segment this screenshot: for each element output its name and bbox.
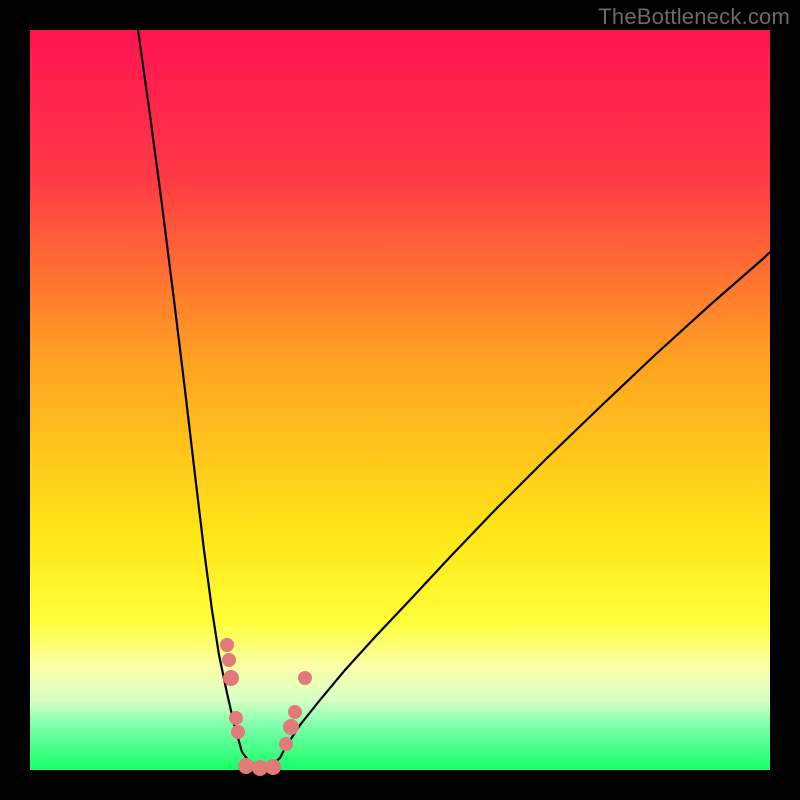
left-dot-3: [223, 670, 239, 686]
watermark-label: TheBottleneck.com: [598, 4, 790, 30]
right-dot-4: [298, 671, 312, 685]
valley-dot-3: [265, 759, 281, 775]
left-dot-4: [229, 711, 243, 725]
plot-area: [30, 30, 770, 770]
left-dot-5: [231, 725, 245, 739]
dot-group: [220, 638, 312, 776]
right-dot-1: [279, 737, 293, 751]
curve-svg: [30, 30, 770, 770]
curve-right-branch: [285, 252, 770, 748]
valley-dot-1: [238, 758, 254, 774]
left-dot-2: [222, 653, 236, 667]
left-dot-1: [220, 638, 234, 652]
right-dot-2: [283, 719, 299, 735]
outer-frame: TheBottleneck.com: [0, 0, 800, 800]
right-dot-3: [288, 705, 302, 719]
